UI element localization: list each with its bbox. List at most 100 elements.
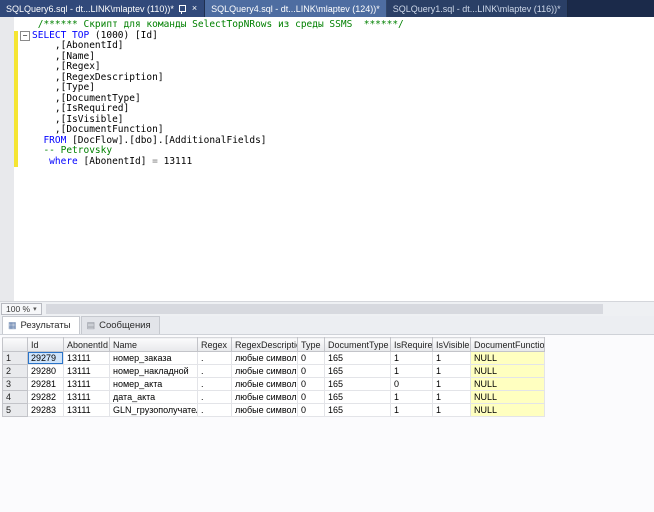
row-number-cell[interactable]: 2 xyxy=(3,365,28,378)
grid-cell[interactable]: 1 xyxy=(433,352,471,365)
grid-cell[interactable]: номер_заказа xyxy=(110,352,198,365)
grid-cell[interactable]: 165 xyxy=(325,365,391,378)
column-header[interactable]: DocumentType xyxy=(325,338,391,352)
grid-cell[interactable]: 13111 xyxy=(64,352,110,365)
grid-cell[interactable]: дата_акта xyxy=(110,391,198,404)
fold-gutter: − xyxy=(18,31,32,42)
grid-cell[interactable]: 0 xyxy=(298,365,325,378)
close-icon[interactable]: × xyxy=(191,4,198,13)
column-header[interactable]: AbonentId xyxy=(64,338,110,352)
grid-cell[interactable]: . xyxy=(198,391,232,404)
grid-cell[interactable]: любые символы xyxy=(232,365,298,378)
query-editor[interactable]: /****** Скрипт для команды SelectTopNRow… xyxy=(0,17,654,301)
grid-cell[interactable]: NULL xyxy=(471,365,545,378)
grid-cell[interactable]: номер_накладной xyxy=(110,365,198,378)
table-row: 32928113111номер_акта.любые символы01650… xyxy=(3,378,545,391)
grid-cell[interactable]: 0 xyxy=(298,378,325,391)
column-header[interactable]: Name xyxy=(110,338,198,352)
document-tab-label: SQLQuery4.sql - dt...LINK\mlaptev (124))… xyxy=(211,4,380,14)
grid-cell[interactable]: . xyxy=(198,365,232,378)
horizontal-scrollbar[interactable] xyxy=(46,304,652,314)
column-header[interactable]: IsRequired xyxy=(391,338,433,352)
fold-gutter xyxy=(18,52,32,63)
horizontal-scrollbar-thumb[interactable] xyxy=(46,304,604,314)
column-header[interactable]: DocumentFunction xyxy=(471,338,545,352)
code-text: where [AbonentId] = 13111 xyxy=(32,157,192,168)
grid-cell[interactable]: GLN_грузополучателя xyxy=(110,404,198,417)
column-header[interactable]: IsVisible xyxy=(433,338,471,352)
code-line[interactable]: where [AbonentId] = 13111 xyxy=(0,157,654,168)
fold-gutter xyxy=(18,115,32,126)
line-margin xyxy=(0,115,14,126)
grid-cell[interactable]: 0 xyxy=(391,378,433,391)
grid-cell[interactable]: 1 xyxy=(433,378,471,391)
grid-cell[interactable]: 1 xyxy=(391,404,433,417)
line-margin xyxy=(0,20,14,31)
grid-cell[interactable]: 1 xyxy=(433,404,471,417)
grid-cell[interactable]: 1 xyxy=(433,365,471,378)
grid-cell[interactable]: 13111 xyxy=(64,365,110,378)
grid-cell[interactable]: 1 xyxy=(433,391,471,404)
grid-cell[interactable]: NULL xyxy=(471,378,545,391)
grid-cell[interactable]: NULL xyxy=(471,391,545,404)
collapse-region-icon[interactable]: − xyxy=(20,31,30,41)
pin-icon[interactable] xyxy=(179,5,186,12)
grid-cell[interactable]: 29281 xyxy=(28,378,64,391)
editor-lines: /****** Скрипт для команды SelectTopNRow… xyxy=(0,17,654,167)
grid-cell[interactable]: 165 xyxy=(325,391,391,404)
grid-cell[interactable]: любые символы xyxy=(232,404,298,417)
column-header[interactable]: Type xyxy=(298,338,325,352)
grid-cell[interactable]: 1 xyxy=(391,352,433,365)
zoom-dropdown[interactable]: 100 % ▾ xyxy=(1,303,42,315)
grid-cell[interactable]: 0 xyxy=(298,391,325,404)
grid-cell[interactable]: 165 xyxy=(325,378,391,391)
grid-cell[interactable]: 13111 xyxy=(64,404,110,417)
grid-cell[interactable]: NULL xyxy=(471,404,545,417)
grid-cell[interactable]: 0 xyxy=(298,404,325,417)
row-number-cell[interactable]: 1 xyxy=(3,352,28,365)
document-tab[interactable]: SQLQuery4.sql - dt...LINK\mlaptev (124))… xyxy=(205,0,387,17)
grid-cell[interactable]: NULL xyxy=(471,352,545,365)
grid-cell[interactable]: 29280 xyxy=(28,365,64,378)
grid-cell[interactable]: . xyxy=(198,352,232,365)
grid-cell[interactable]: 0 xyxy=(298,352,325,365)
results-table: IdAbonentIdNameRegexRegexDescriptionType… xyxy=(2,337,545,417)
line-margin xyxy=(0,52,14,63)
grid-cell[interactable]: любые символы xyxy=(232,391,298,404)
table-row: 22928013111номер_накладной.любые символы… xyxy=(3,365,545,378)
row-number-cell[interactable]: 5 xyxy=(3,404,28,417)
grid-cell[interactable]: 29282 xyxy=(28,391,64,404)
grid-cell[interactable]: любые символы xyxy=(232,352,298,365)
grid-cell[interactable]: . xyxy=(198,404,232,417)
grid-cell[interactable]: 1 xyxy=(391,391,433,404)
grid-cell[interactable]: 1 xyxy=(391,365,433,378)
fold-gutter xyxy=(18,73,32,84)
grid-cell[interactable]: 29283 xyxy=(28,404,64,417)
row-number-cell[interactable]: 4 xyxy=(3,391,28,404)
grid-cell[interactable]: . xyxy=(198,378,232,391)
grid-cell[interactable]: 165 xyxy=(325,352,391,365)
grid-cell[interactable]: 13111 xyxy=(64,378,110,391)
column-header[interactable]: Id xyxy=(28,338,64,352)
document-tab[interactable]: SQLQuery6.sql - dt...LINK\mlaptev (110))… xyxy=(0,0,205,17)
table-row: 12927913111номер_заказа.любые символы016… xyxy=(3,352,545,365)
document-tabbar: SQLQuery6.sql - dt...LINK\mlaptev (110))… xyxy=(0,0,654,17)
line-margin xyxy=(0,136,14,147)
grid-cell[interactable]: 29279 xyxy=(28,352,64,365)
results-tab-messages[interactable]: ▤Сообщения xyxy=(81,316,160,334)
column-header[interactable]: RegexDescription xyxy=(232,338,298,352)
fold-gutter xyxy=(18,104,32,115)
document-tab[interactable]: SQLQuery1.sql - dt...LINK\mlaptev (116))… xyxy=(387,0,568,17)
grid-cell[interactable]: 13111 xyxy=(64,391,110,404)
row-number-cell[interactable]: 3 xyxy=(3,378,28,391)
line-margin xyxy=(0,31,14,42)
row-header-corner[interactable] xyxy=(3,338,28,352)
column-header[interactable]: Regex xyxy=(198,338,232,352)
results-pane: IdAbonentIdNameRegexRegexDescriptionType… xyxy=(0,334,654,512)
grid-cell[interactable]: 165 xyxy=(325,404,391,417)
code-line[interactable]: ,[AbonentId] xyxy=(0,41,654,52)
code-line[interactable]: ,[RegexDescription] xyxy=(0,73,654,84)
results-tab-results[interactable]: ▦Результаты xyxy=(2,316,80,334)
grid-cell[interactable]: номер_акта xyxy=(110,378,198,391)
grid-cell[interactable]: любые символы xyxy=(232,378,298,391)
